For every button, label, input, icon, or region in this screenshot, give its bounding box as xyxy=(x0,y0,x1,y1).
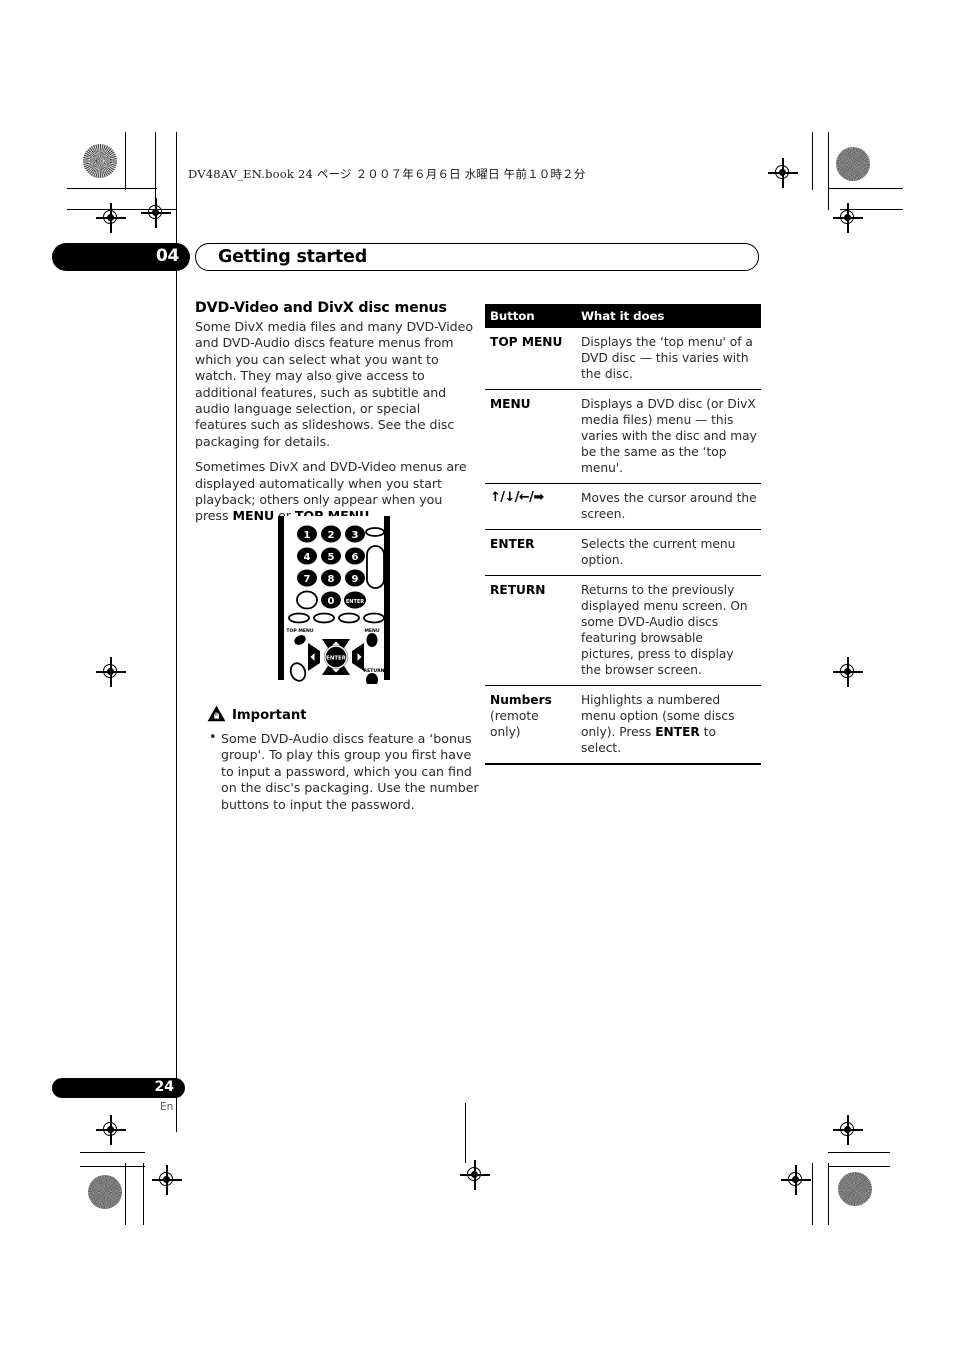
row-description: Returns to the previously displayed menu… xyxy=(572,575,761,686)
row-button-sublabel: (remote only) xyxy=(490,709,539,739)
chapter-header: 04 Getting started xyxy=(52,243,759,271)
chapter-number-badge: 04 xyxy=(52,243,190,271)
registration-target xyxy=(833,657,863,687)
table-row: Numbers (remote only) Highlights a numbe… xyxy=(485,685,761,765)
svg-text:3: 3 xyxy=(352,530,359,541)
table-row: MENU Displays a DVD disc (or DivX media … xyxy=(485,389,761,484)
row-button-label: ENTER xyxy=(485,529,572,576)
svg-text:8: 8 xyxy=(328,574,335,585)
chapter-title-pill: Getting started xyxy=(195,243,759,271)
registration-target xyxy=(833,203,863,233)
registration-target xyxy=(152,1165,182,1195)
language-code: En xyxy=(160,1101,174,1113)
page-title: Getting started xyxy=(218,247,368,267)
registration-target xyxy=(96,1115,126,1145)
row-description: Displays a DVD disc (or DivX media files… xyxy=(572,389,761,484)
registration-target xyxy=(96,657,126,687)
svg-text:7: 7 xyxy=(304,574,311,585)
button-reference-table: Button What it does TOP MENU Displays th… xyxy=(485,304,761,765)
row-button-label: RETURN xyxy=(485,575,572,686)
column-header-button: Button xyxy=(485,304,572,328)
registration-target xyxy=(96,203,126,233)
registration-target xyxy=(460,1160,490,1190)
svg-text:RETURN: RETURN xyxy=(364,668,385,674)
registration-target xyxy=(141,198,171,228)
row-description: Moves the cursor around the screen. xyxy=(572,483,761,530)
row-button-label: Numbers (remote only) xyxy=(485,685,572,765)
svg-text:2: 2 xyxy=(328,530,335,541)
svg-text:9: 9 xyxy=(352,574,359,585)
print-density-dot-bottom-left xyxy=(88,1175,122,1209)
svg-text:5: 5 xyxy=(328,552,335,563)
svg-text:4: 4 xyxy=(304,552,311,563)
row-button-label: TOP MENU xyxy=(485,328,572,390)
table-row: ↑/↓/←/➡ Moves the cursor around the scre… xyxy=(485,483,761,530)
svg-text:6: 6 xyxy=(352,552,359,563)
print-density-dot-top-right xyxy=(836,147,870,181)
row-button-label: MENU xyxy=(485,389,572,484)
row-button-name: Numbers xyxy=(490,693,552,707)
table-header-row: Button What it does xyxy=(485,304,761,328)
book-file-header: DV48AV_EN.book 24 ページ ２００７年６月６日 水曜日 午前１０… xyxy=(188,167,586,181)
svg-text:1: 1 xyxy=(304,530,311,541)
list-item: Some DVD-Audio discs feature a ‘bonus gr… xyxy=(207,730,482,813)
registration-target xyxy=(833,1115,863,1145)
print-density-dot-bottom-right xyxy=(838,1172,872,1206)
warning-hand-icon xyxy=(207,705,226,726)
important-bullet-list: Some DVD-Audio discs feature a ‘bonus gr… xyxy=(207,730,482,813)
remote-control-illustration: 1 2 3 4 5 6 7 8 9 0 ENTER TOP MENU MENU … xyxy=(262,512,410,687)
row-description: Selects the current menu option. xyxy=(572,529,761,576)
row-description: Highlights a numbered menu option (some … xyxy=(572,685,761,765)
svg-text:TOP MENU: TOP MENU xyxy=(286,628,314,634)
table-row: RETURN Returns to the previously display… xyxy=(485,575,761,686)
important-title: Important xyxy=(232,708,307,723)
document-page: DV48AV_EN.book 24 ページ ２００７年６月６日 水曜日 午前１０… xyxy=(0,0,954,1350)
svg-text:ENTER: ENTER xyxy=(326,656,347,662)
print-density-dot-top-left xyxy=(83,144,117,178)
left-content-column: DVD-Video and DivX disc menus Some DivX … xyxy=(195,300,475,534)
row-button-label-arrows: ↑/↓/←/➡ xyxy=(485,483,572,530)
page-number-badge: 24 xyxy=(52,1078,185,1098)
registration-target xyxy=(768,158,798,188)
row-description: Displays the ‘top menu' of a DVD disc — … xyxy=(572,328,761,390)
enter-button-ref: ENTER xyxy=(655,725,700,739)
registration-target xyxy=(781,1165,811,1195)
important-notice: Important Some DVD-Audio discs feature a… xyxy=(207,705,482,813)
svg-text:ENTER: ENTER xyxy=(346,599,364,605)
table-row: TOP MENU Displays the ‘top menu' of a DV… xyxy=(485,328,761,390)
column-header-description: What it does xyxy=(572,304,761,328)
page-number: 24 xyxy=(154,1079,174,1095)
svg-text:0: 0 xyxy=(328,596,335,607)
chapter-number: 04 xyxy=(155,246,179,266)
paragraph-intro: Some DivX media files and many DVD-Video… xyxy=(195,319,473,449)
section-heading: DVD-Video and DivX disc menus xyxy=(195,300,447,316)
table-row: ENTER Selects the current menu option. xyxy=(485,529,761,576)
